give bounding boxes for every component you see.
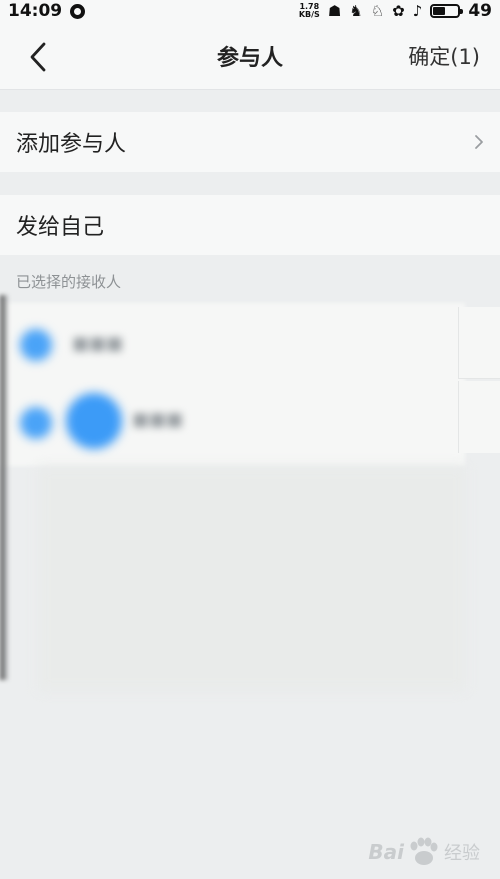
send-to-self-row[interactable]: 发给自己 — [0, 195, 500, 255]
network-speed-unit: KB/S — [298, 10, 320, 19]
app-notification-icon: ✿ — [392, 2, 405, 20]
watermark: Bai 经验 — [368, 837, 480, 867]
drawer-edge-shadow — [0, 295, 9, 680]
recipient-row[interactable]: ■■■ — [0, 307, 460, 377]
row-edge-panel — [458, 381, 500, 453]
recipient-name-blurred: ■■■ — [132, 409, 184, 430]
status-bar: 14:09 1.78 KB/S ☗ ♞ ♘ ✿ ♪ 49 — [0, 0, 500, 22]
blurred-area — [38, 466, 466, 691]
battery-fill — [433, 7, 446, 15]
selected-recipients-label: 已选择的接收人 — [16, 273, 122, 291]
status-indicators: 1.78 KB/S ☗ ♞ ♘ ✿ ♪ 49 — [299, 1, 492, 21]
selection-dot-icon — [20, 407, 52, 439]
recipient-row[interactable]: ■■■ — [0, 385, 460, 455]
nav-bar: 参与人 确定(1) — [0, 22, 500, 90]
app-notification-icon: ♘ — [370, 2, 385, 20]
add-participant-row[interactable]: 添加参与人 — [0, 112, 500, 172]
row-edge-panel — [458, 307, 500, 379]
app-notification-icon: ♪ — [412, 2, 423, 20]
watermark-text-right: 经验 — [444, 843, 480, 864]
chevron-right-icon — [475, 135, 483, 149]
network-speed: 1.78 KB/S — [299, 3, 320, 19]
battery-level: 49 — [468, 1, 492, 21]
watermark-text-left: Bai — [368, 840, 404, 864]
send-to-self-label: 发给自己 — [16, 215, 105, 240]
app-notification-icon: ♞ — [349, 2, 363, 20]
battery-icon — [430, 4, 464, 18]
avatar — [66, 393, 122, 449]
app-notification-icon: ☗ — [327, 2, 342, 20]
chevron-left-icon — [30, 42, 46, 72]
add-participant-label: 添加参与人 — [16, 132, 127, 157]
selection-dot-icon — [20, 329, 52, 361]
recipient-name-blurred: ■■■ — [72, 333, 124, 354]
recipient-list: ■■■ ■■■ — [0, 303, 500, 466]
status-time: 14:09 — [8, 1, 63, 21]
back-button[interactable] — [24, 40, 54, 74]
confirm-button[interactable]: 确定(1) — [408, 41, 480, 71]
paw-icon — [410, 837, 438, 865]
notification-icon — [70, 3, 86, 19]
